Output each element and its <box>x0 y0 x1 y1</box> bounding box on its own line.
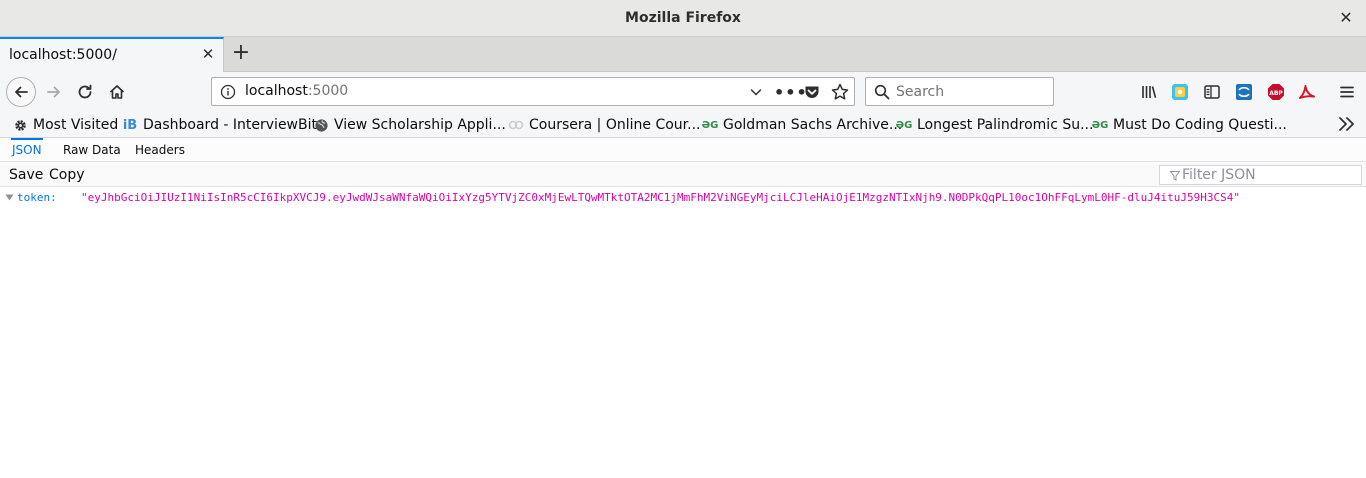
tab-strip: localhost:5000/ ✕ + <box>0 37 1366 73</box>
tab-localhost[interactable]: localhost:5000/ ✕ <box>0 37 224 73</box>
json-row[interactable]: token: "eyJhbGciOiJIUzI1NiIsInR5cCI6IkpX… <box>0 188 1366 208</box>
geeksforgeeks-icon: ƏG <box>701 119 719 131</box>
search-icon <box>874 84 890 100</box>
sidebar-toggle-button[interactable] <box>1202 82 1222 102</box>
url-bar[interactable]: localhost:5000 ••• <box>211 77 855 106</box>
bookmark-label: Most Visited <box>33 117 119 133</box>
extension-icon <box>1172 84 1188 100</box>
coursera-icon <box>508 117 524 133</box>
globe-icon <box>313 117 329 133</box>
extension-button[interactable] <box>1170 82 1190 102</box>
tab-raw-data[interactable]: Raw Data <box>62 138 122 162</box>
gear-icon <box>12 117 28 133</box>
json-toolbar: Save Copy <box>0 163 1366 187</box>
hamburger-menu-icon <box>1340 86 1354 98</box>
url-dropdown-icon[interactable] <box>748 84 764 100</box>
library-button[interactable] <box>1139 82 1159 102</box>
window-title: Mozilla Firefox <box>625 10 741 26</box>
json-viewer-tabs: JSON Raw Data Headers <box>0 138 1366 162</box>
pocket-icon[interactable] <box>803 83 821 101</box>
tab-json[interactable]: JSON <box>11 138 43 162</box>
json-key: token: <box>17 191 57 204</box>
tab-title: localhost:5000/ <box>9 47 117 63</box>
json-value: "eyJhbGciOiJIUzI1NiIsInR5cCI6IkpXVCJ9.ey… <box>81 191 1240 204</box>
tab-close-icon[interactable]: ✕ <box>200 46 216 62</box>
filter-json-input[interactable] <box>1182 167 1357 183</box>
bookmark-most-visited[interactable]: Most Visited <box>12 115 118 135</box>
forward-arrow-icon <box>47 86 60 98</box>
window-titlebar: Mozilla Firefox ✕ <box>0 0 1366 37</box>
bookmark-goldman-sachs[interactable]: ƏG Goldman Sachs Archive... <box>701 115 903 135</box>
search-bar[interactable] <box>865 77 1054 106</box>
bookmark-scholarship[interactable]: View Scholarship Appli... <box>313 115 506 135</box>
window-close-button[interactable]: ✕ <box>1336 8 1356 28</box>
bookmark-coursera[interactable]: Coursera | Online Cour... <box>508 115 700 135</box>
expand-triangle-icon[interactable] <box>5 194 14 201</box>
new-tab-button[interactable]: + <box>230 42 252 64</box>
url-text[interactable]: localhost:5000 <box>245 83 348 99</box>
bookmark-label: View Scholarship Appli... <box>334 117 506 133</box>
geeksforgeeks-icon: ƏG <box>895 119 913 131</box>
forward-button[interactable] <box>40 78 68 106</box>
bookmark-label: Longest Palindromic Su... <box>917 117 1094 133</box>
interviewbit-icon: iB <box>122 117 138 133</box>
chevron-double-right-icon[interactable] <box>1338 116 1356 132</box>
back-arrow-icon <box>15 86 28 98</box>
geeksforgeeks-icon: ƏG <box>1091 119 1109 131</box>
tab-headers[interactable]: Headers <box>134 138 186 162</box>
bookmark-interviewbit[interactable]: iB Dashboard - InterviewBit <box>122 115 317 135</box>
adblock-plus-button[interactable]: ABP <box>1266 82 1286 102</box>
bookmark-longest-palindromic[interactable]: ƏG Longest Palindromic Su... <box>895 115 1094 135</box>
menu-button[interactable] <box>1337 82 1357 102</box>
search-input[interactable] <box>896 82 1046 102</box>
bookmark-must-do-coding[interactable]: ƏG Must Do Coding Questi... <box>1092 115 1287 135</box>
bookmark-label: Must Do Coding Questi... <box>1113 117 1287 133</box>
bookmark-label: Dashboard - InterviewBit <box>143 117 317 133</box>
save-button[interactable]: Save <box>9 166 43 184</box>
acrobat-button[interactable] <box>1297 82 1317 102</box>
reload-button[interactable] <box>71 78 99 106</box>
back-button[interactable] <box>6 77 36 107</box>
screenshot-extension-icon <box>1236 84 1252 100</box>
screenshot-extension-button[interactable] <box>1234 82 1254 102</box>
bookmark-star-icon[interactable] <box>830 82 850 102</box>
bookmark-label: Goldman Sachs Archive... <box>723 117 903 133</box>
library-icon <box>1142 86 1157 98</box>
sidebar-icon <box>1204 85 1220 99</box>
bookmark-label: Coursera | Online Cour... <box>529 117 701 133</box>
filter-icon <box>1170 171 1180 181</box>
filter-json-box[interactable] <box>1159 165 1362 185</box>
home-button[interactable] <box>103 78 131 106</box>
reload-icon <box>78 84 92 99</box>
svg-text:ABP: ABP <box>1269 90 1283 97</box>
adblock-plus-icon: ABP <box>1268 84 1284 100</box>
copy-button[interactable]: Copy <box>49 166 85 184</box>
site-info-icon[interactable] <box>220 84 236 100</box>
bookmarks-toolbar: Most Visited iB Dashboard - InterviewBit… <box>0 112 1366 138</box>
home-icon <box>109 85 125 99</box>
navigation-toolbar: localhost:5000 ••• ABP <box>0 72 1366 112</box>
acrobat-icon <box>1299 85 1315 99</box>
